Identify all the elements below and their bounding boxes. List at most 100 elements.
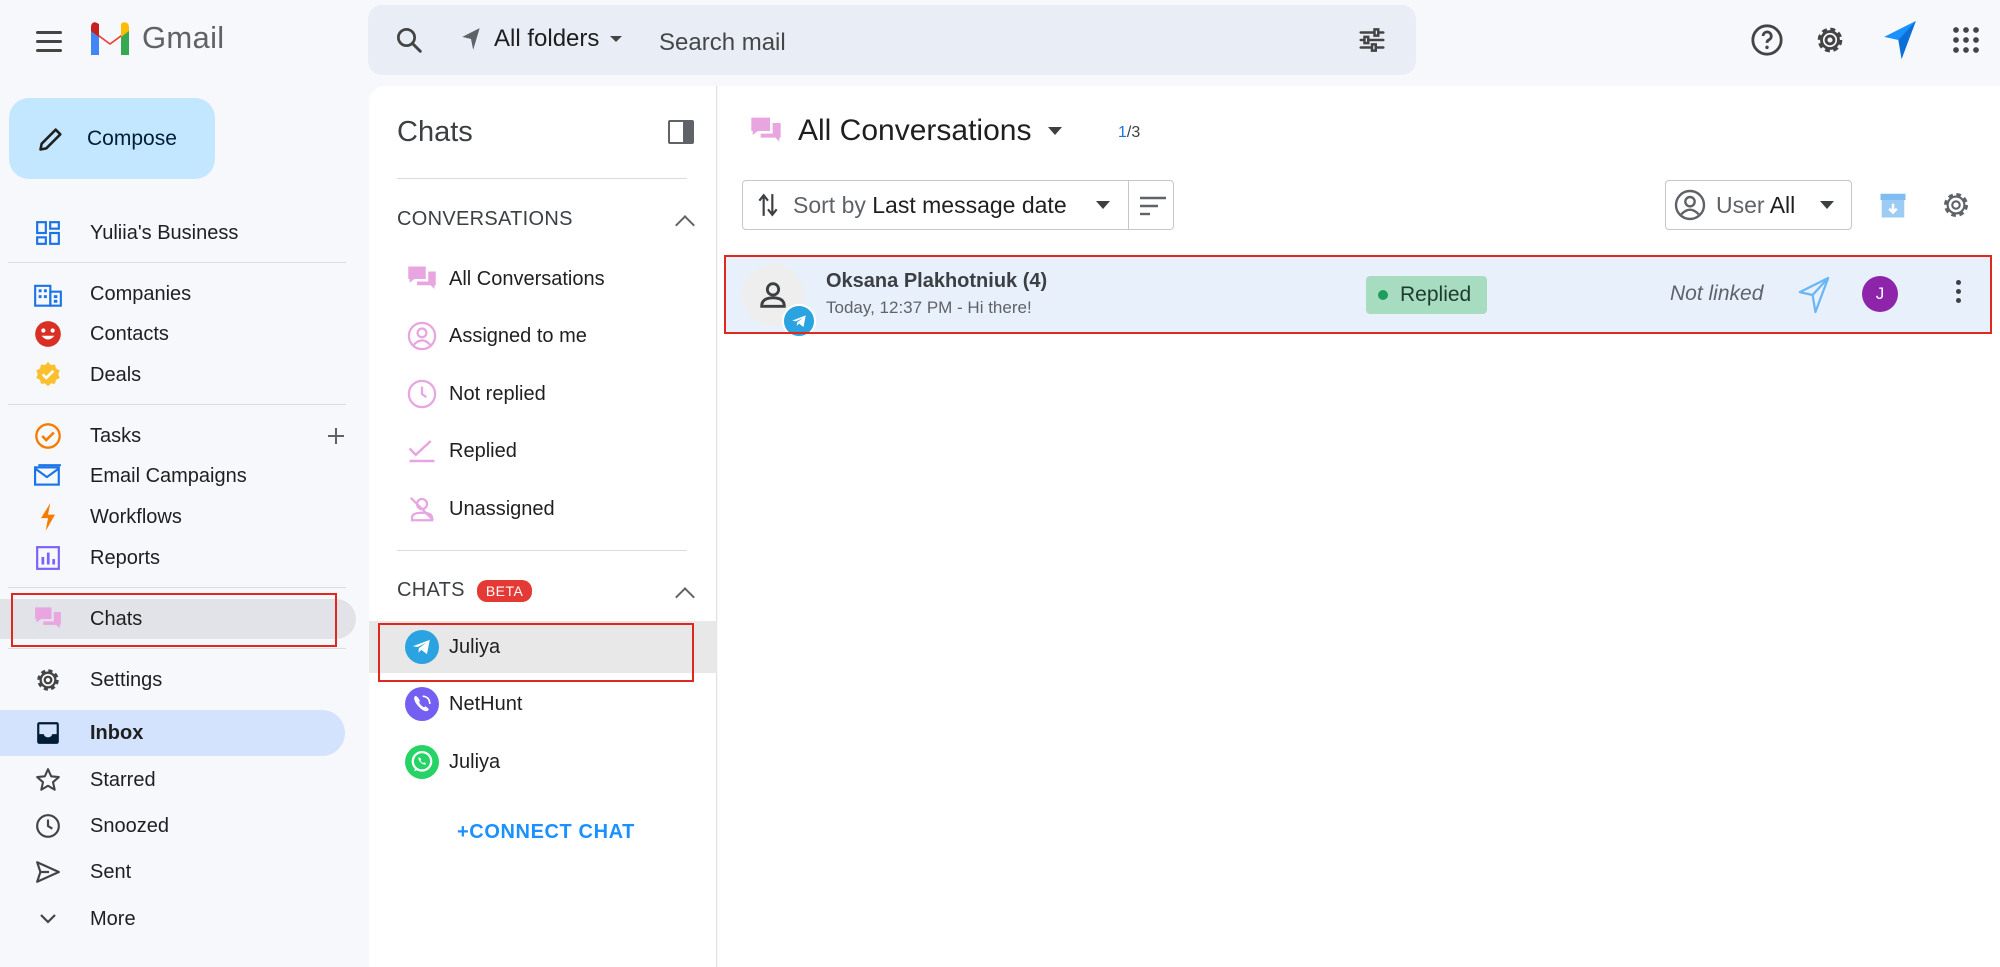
conv-assigned-label: Assigned to me <box>449 324 587 347</box>
conv-not-replied[interactable]: Not replied <box>369 368 717 420</box>
help-button[interactable] <box>1745 18 1789 62</box>
conversations-section-header[interactable]: CONVERSATIONS <box>397 208 573 231</box>
apps-grid-icon <box>1953 27 1979 53</box>
nav-starred[interactable]: Starred <box>0 760 350 800</box>
conv-all[interactable]: All Conversations <box>369 253 717 305</box>
compose-label: Compose <box>87 126 177 150</box>
nav-contacts[interactable]: Contacts <box>0 314 350 354</box>
nav-snoozed[interactable]: Snoozed <box>0 806 350 846</box>
sort-prefix: Sort by <box>793 191 866 218</box>
chat-whatsapp-juliya[interactable]: Juliya <box>369 736 717 788</box>
nav-inbox-label: Inbox <box>90 721 144 744</box>
star-icon <box>34 766 62 794</box>
chats-section-header[interactable]: CHATS BETA <box>397 579 533 602</box>
nav-companies[interactable]: Companies <box>0 274 350 314</box>
task-check-icon <box>34 422 62 450</box>
user-filter[interactable]: User All <box>1665 180 1852 230</box>
nav-sent-label: Sent <box>90 860 132 883</box>
envelope-icon <box>34 462 62 490</box>
send-icon <box>34 858 62 886</box>
chat-bubbles-icon <box>405 262 439 296</box>
nethunt-logo-icon <box>1884 21 1916 59</box>
count-current: 1 <box>1118 124 1127 141</box>
settings-button[interactable] <box>1808 18 1852 62</box>
panel-divider <box>397 178 687 179</box>
top-bar: Gmail All folders Search mail <box>0 0 2000 82</box>
apps-button[interactable] <box>1944 18 1988 62</box>
nav-starred-label: Starred <box>90 768 156 791</box>
add-task-icon[interactable] <box>326 426 346 446</box>
conversations-main: All Conversations 1/3 Sort by Last messa… <box>718 86 2000 967</box>
pencil-icon <box>39 127 62 151</box>
connect-chat-button[interactable]: +CONNECT CHAT <box>457 821 635 844</box>
search-options-icon[interactable] <box>1356 25 1388 55</box>
collapse-chats-icon[interactable] <box>675 587 695 607</box>
conv-replied[interactable]: Replied <box>369 425 717 477</box>
sort-divider <box>1128 181 1129 229</box>
nav-workflows[interactable]: Workflows <box>0 497 350 537</box>
search-icon[interactable] <box>394 25 424 55</box>
nav-reports-label: Reports <box>90 546 161 569</box>
building-icon <box>34 280 62 308</box>
nav-settings-label: Settings <box>90 668 163 691</box>
dashboard-icon <box>34 219 62 247</box>
chat-bubbles-icon <box>751 117 781 142</box>
nethunt-extension-button[interactable] <box>1878 18 1922 62</box>
nav-sent[interactable]: Sent <box>0 852 350 892</box>
user-filter-label: User All <box>1716 192 1795 219</box>
nav-deals[interactable]: Deals <box>0 355 350 395</box>
nav-business[interactable]: Yuliia's Business <box>0 213 350 253</box>
nav-inbox[interactable]: Inbox <box>0 710 345 756</box>
highlight-conversation-row <box>724 255 1992 334</box>
main-menu-button[interactable] <box>28 22 70 60</box>
collapse-conversations-icon[interactable] <box>675 215 695 235</box>
sort-order-icon[interactable] <box>1138 194 1168 218</box>
compose-button[interactable]: Compose <box>9 98 215 179</box>
conv-unassigned-label: Unassigned <box>449 497 555 520</box>
app-name: Gmail <box>142 20 225 55</box>
nav-more[interactable]: More <box>0 899 350 939</box>
nav-tasks[interactable]: Tasks <box>0 416 350 456</box>
caret-down-icon <box>1096 201 1110 209</box>
nav-divider <box>8 262 346 263</box>
viber-icon <box>405 687 439 721</box>
highlight-chats-nav <box>11 593 337 647</box>
clock-icon <box>405 377 439 411</box>
view-title: All Conversations <box>798 114 1032 147</box>
conv-assigned[interactable]: Assigned to me <box>369 310 717 362</box>
nav-email-campaigns[interactable]: Email Campaigns <box>0 456 350 496</box>
user-circle-icon <box>405 319 439 353</box>
gmail-logo[interactable]: Gmail <box>88 20 224 56</box>
nav-settings[interactable]: Settings <box>0 660 350 700</box>
nav-tasks-label: Tasks <box>90 424 142 447</box>
gear-icon[interactable] <box>1940 189 1972 221</box>
conv-replied-label: Replied <box>449 439 517 462</box>
conv-not-replied-label: Not replied <box>449 382 546 405</box>
conversations-header-label: CONVERSATIONS <box>397 208 573 230</box>
panel-toggle-icon[interactable] <box>668 120 694 144</box>
sort-label: Sort by Last message date <box>793 192 1067 219</box>
chat-viber-nethunt[interactable]: NetHunt <box>369 678 717 730</box>
user-value: All <box>1769 191 1796 218</box>
nav-reports[interactable]: Reports <box>0 538 350 578</box>
panel-divider <box>397 550 687 551</box>
clock-icon <box>34 812 62 840</box>
nav-snoozed-label: Snoozed <box>90 814 169 837</box>
search-bar[interactable]: All folders Search mail <box>368 5 1416 75</box>
bar-chart-icon <box>34 544 62 572</box>
sort-arrows-icon <box>743 192 793 218</box>
caret-down-icon <box>610 36 623 42</box>
folder-selector[interactable]: All folders <box>458 25 623 53</box>
nav-email-campaigns-label: Email Campaigns <box>90 464 247 487</box>
archive-icon[interactable] <box>1878 190 1908 220</box>
conversation-count: 1/3 <box>1118 124 1140 142</box>
chat-label: NetHunt <box>449 692 523 715</box>
sort-selector[interactable]: Sort by Last message date <box>742 180 1174 230</box>
beta-badge: BETA <box>476 579 533 602</box>
checkmark-icon <box>405 434 439 468</box>
search-input[interactable]: Search mail <box>659 29 786 57</box>
nav-divider <box>8 587 346 588</box>
nav-divider <box>8 648 346 649</box>
view-selector[interactable]: All Conversations <box>750 114 1063 148</box>
conv-unassigned[interactable]: Unassigned <box>369 483 717 535</box>
